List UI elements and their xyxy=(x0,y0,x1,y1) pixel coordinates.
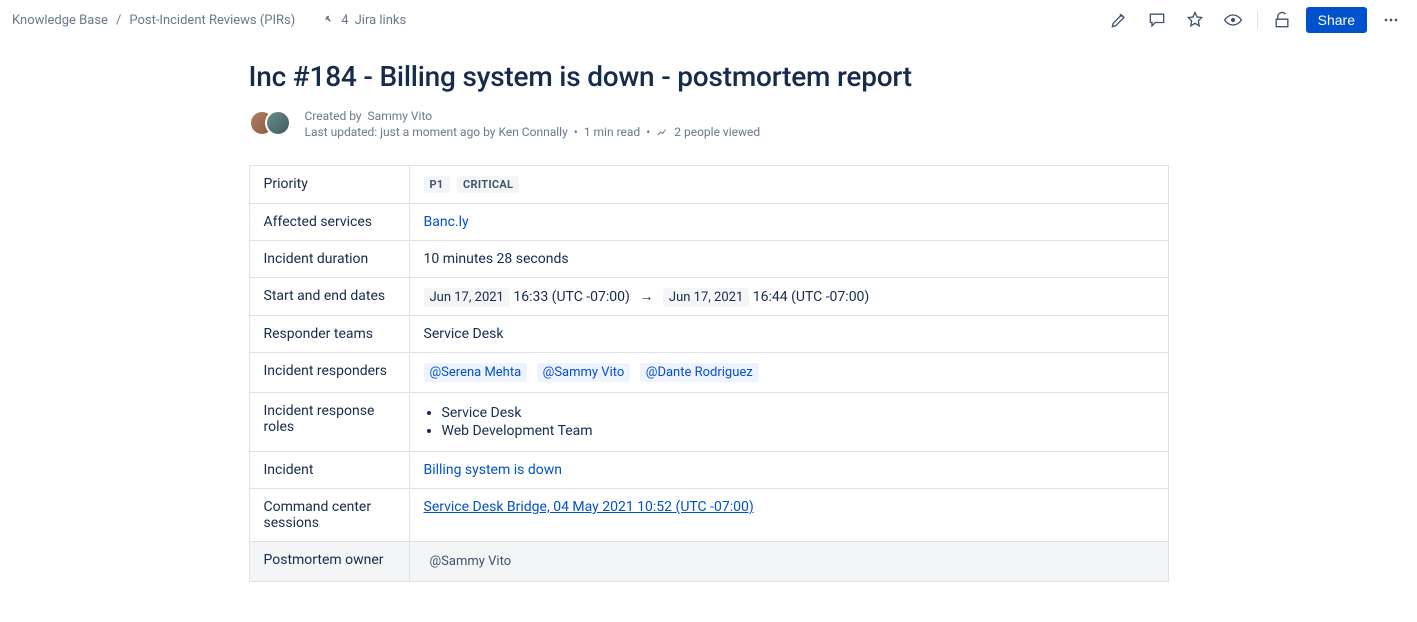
prop-value: Jun 17, 2021 16:33 (UTC -07:00) → Jun 17… xyxy=(409,278,1168,316)
read-time: 1 min read xyxy=(584,125,640,139)
breadcrumb-separator: / xyxy=(116,13,121,28)
affected-service-link[interactable]: Banc.ly xyxy=(424,214,469,230)
user-mention[interactable]: @Sammy Vito xyxy=(424,552,518,571)
more-button[interactable] xyxy=(1377,6,1405,34)
edit-button[interactable] xyxy=(1105,6,1133,34)
table-row: Command center sessions Service Desk Bri… xyxy=(249,489,1168,542)
prop-label: Affected services xyxy=(249,204,409,241)
pencil-icon xyxy=(1109,10,1129,30)
eye-icon xyxy=(1223,10,1243,30)
comment-button[interactable] xyxy=(1143,6,1171,34)
table-row: Incident Billing system is down xyxy=(249,452,1168,489)
prop-label: Incident responders xyxy=(249,353,409,393)
jira-links-label: Jira links xyxy=(355,13,407,28)
breadcrumb: Knowledge Base / Post-Incident Reviews (… xyxy=(12,13,406,28)
author-avatars[interactable] xyxy=(249,110,293,138)
view-count: 2 people viewed xyxy=(674,125,760,139)
comment-icon xyxy=(1147,10,1167,30)
last-updated: Last updated: just a moment ago by Ken C… xyxy=(305,125,568,139)
more-icon xyxy=(1381,10,1401,30)
share-button[interactable]: Share xyxy=(1306,7,1367,33)
prop-label: Postmortem owner xyxy=(249,542,409,582)
analytics-icon xyxy=(656,126,668,138)
user-mention[interactable]: @Sammy Vito xyxy=(537,363,631,382)
list-item: Service Desk xyxy=(442,405,1154,421)
avatar xyxy=(265,110,291,136)
priority-badge: CRITICAL xyxy=(457,176,519,193)
table-row: Affected services Banc.ly xyxy=(249,204,1168,241)
star-button[interactable] xyxy=(1181,6,1209,34)
properties-table: Priority P1 CRITICAL Affected services B… xyxy=(249,165,1169,582)
lock-open-icon xyxy=(1272,10,1292,30)
table-row: Incident responders @Serena Mehta @Sammy… xyxy=(249,353,1168,393)
incident-link[interactable]: Billing system is down xyxy=(424,462,562,478)
table-row: Start and end dates Jun 17, 2021 16:33 (… xyxy=(249,278,1168,316)
date-chip: Jun 17, 2021 xyxy=(424,288,510,307)
prop-value: 10 minutes 28 seconds xyxy=(409,241,1168,278)
table-row: Incident duration 10 minutes 28 seconds xyxy=(249,241,1168,278)
page-actions: Share xyxy=(1105,6,1405,34)
table-row: Incident response roles Service Desk Web… xyxy=(249,393,1168,452)
date-chip: Jun 17, 2021 xyxy=(663,288,749,307)
prop-label: Priority xyxy=(249,166,409,204)
user-mention[interactable]: @Serena Mehta xyxy=(424,363,528,382)
roles-list: Service Desk Web Development Team xyxy=(424,405,1154,439)
jira-links-count: 4 xyxy=(341,13,348,28)
list-item: Web Development Team xyxy=(442,423,1154,439)
priority-badge: P1 xyxy=(424,176,450,193)
restrictions-button[interactable] xyxy=(1268,6,1296,34)
table-row: Priority P1 CRITICAL xyxy=(249,166,1168,204)
separator xyxy=(1257,11,1258,29)
prop-label: Responder teams xyxy=(249,316,409,353)
created-by-label: Created by xyxy=(305,109,362,123)
author-link[interactable]: Sammy Vito xyxy=(368,109,433,123)
pin-icon xyxy=(321,13,335,27)
breadcrumb-item[interactable]: Post-Incident Reviews (PIRs) xyxy=(129,13,295,28)
user-mention[interactable]: @Dante Rodriguez xyxy=(640,363,759,382)
breadcrumb-item[interactable]: Knowledge Base xyxy=(12,13,108,28)
prop-label: Incident response roles xyxy=(249,393,409,452)
byline: Created by Sammy Vito Last updated: just… xyxy=(249,109,1169,139)
prop-label: Command center sessions xyxy=(249,489,409,542)
watch-button[interactable] xyxy=(1219,6,1247,34)
arrow-icon: → xyxy=(639,289,653,305)
prop-label: Incident xyxy=(249,452,409,489)
prop-label: Incident duration xyxy=(249,241,409,278)
prop-value: Service Desk xyxy=(409,316,1168,353)
star-icon xyxy=(1185,10,1205,30)
prop-label: Start and end dates xyxy=(249,278,409,316)
table-row: Postmortem owner @Sammy Vito xyxy=(249,542,1168,582)
jira-links[interactable]: 4 Jira links xyxy=(321,13,406,28)
command-center-link[interactable]: Service Desk Bridge, 04 May 2021 10:52 (… xyxy=(424,499,754,515)
table-row: Responder teams Service Desk xyxy=(249,316,1168,353)
page-title: Inc #184 - Billing system is down - post… xyxy=(249,60,1169,93)
